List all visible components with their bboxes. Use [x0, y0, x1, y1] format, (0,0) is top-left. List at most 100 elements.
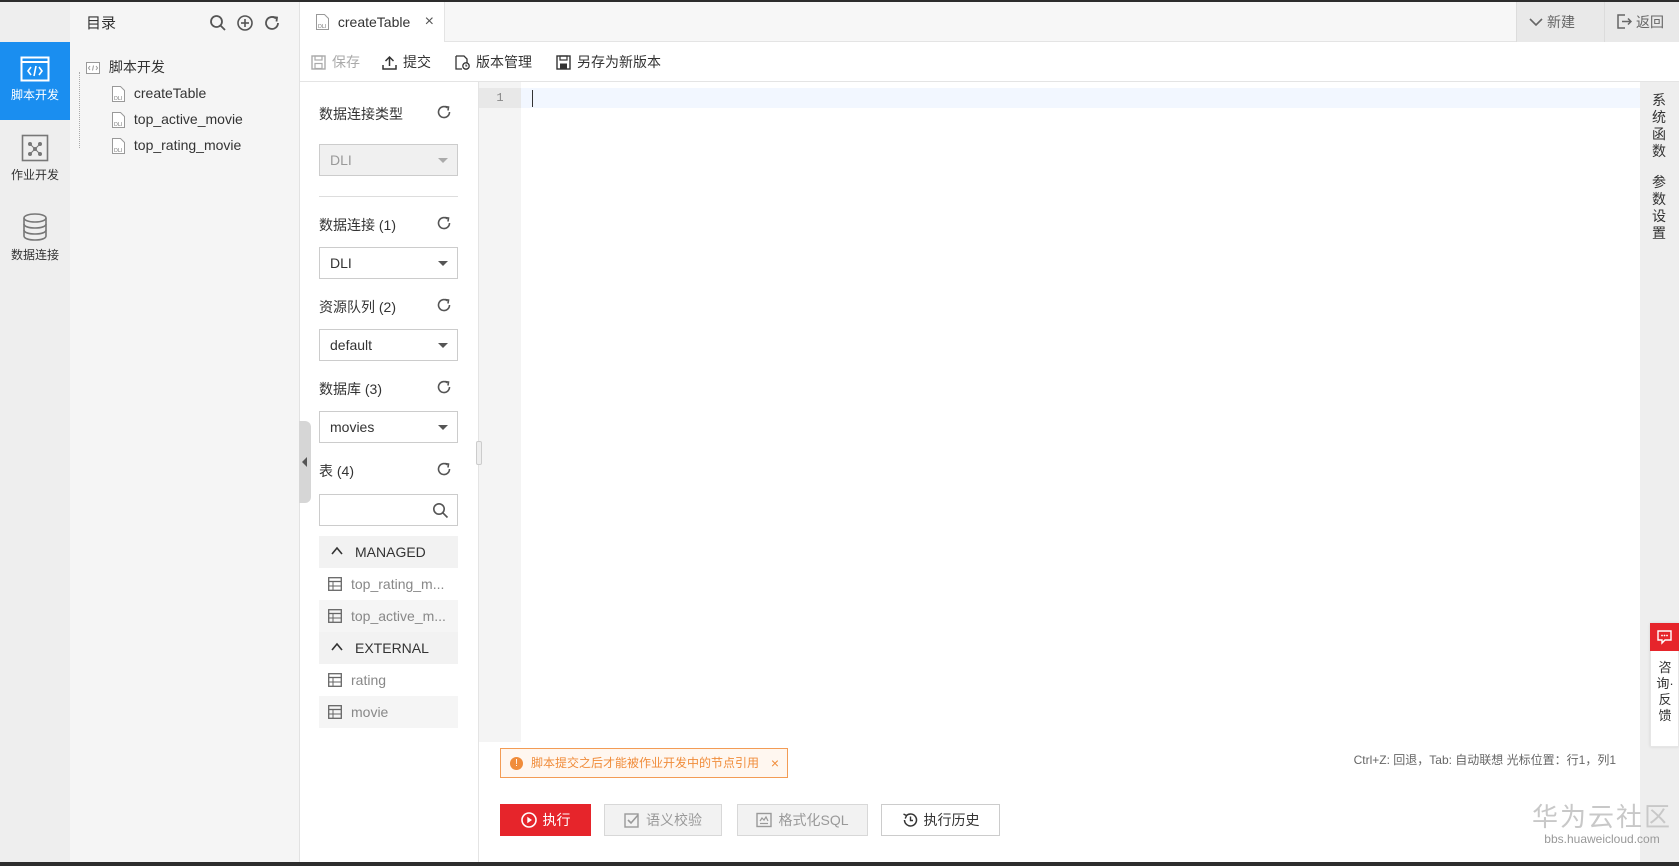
- search-icon[interactable]: [209, 14, 227, 32]
- nav-label-data-connection: 数据连接: [10, 248, 59, 262]
- folder-code-icon: [86, 62, 100, 75]
- tab-createtable[interactable]: DLI createTable ×: [300, 2, 445, 42]
- refresh-icon[interactable]: [436, 461, 452, 477]
- queue-select[interactable]: default: [319, 329, 458, 361]
- system-functions-tab[interactable]: 系统函数: [1650, 92, 1668, 160]
- version-management-label: 版本管理: [476, 54, 532, 70]
- nav-item-job-dev[interactable]: 作业开发: [0, 120, 70, 198]
- table-item[interactable]: movie: [319, 696, 458, 728]
- code-icon: [20, 56, 50, 82]
- parameter-settings-tab[interactable]: 参数设置: [1650, 174, 1668, 242]
- save-as-version-button[interactable]: 另存为新版本: [556, 42, 661, 82]
- tree-guide-line: [79, 72, 80, 148]
- refresh-icon[interactable]: [436, 297, 452, 313]
- tree-file-top-rating-movie[interactable]: DLI top_rating_movie: [86, 132, 243, 158]
- table-icon: [328, 609, 342, 623]
- tree-file-top-active-movie[interactable]: DLI top_active_movie: [86, 106, 243, 132]
- exit-icon: [1617, 14, 1633, 29]
- search-icon[interactable]: [432, 502, 449, 519]
- catalog-title: 目录: [86, 15, 117, 32]
- consult-feedback-label: 咨询·反馈: [1656, 660, 1674, 723]
- dli-file-icon: DLI: [112, 112, 125, 129]
- submit-label: 提交: [403, 54, 431, 70]
- group-managed[interactable]: MANAGED: [319, 536, 458, 568]
- splitter-grip[interactable]: [476, 441, 482, 465]
- save-button[interactable]: 保存: [311, 42, 360, 82]
- tree-file-createtable[interactable]: DLI createTable: [86, 80, 243, 106]
- tree-folder-script-dev[interactable]: 脚本开发: [86, 54, 243, 80]
- workflow-icon: [21, 134, 49, 162]
- run-history-button[interactable]: 执行历史: [881, 804, 1000, 836]
- table-icon: [328, 577, 342, 591]
- tab-label: createTable: [337, 14, 411, 30]
- dli-file-icon: DLI: [112, 86, 125, 103]
- run-button[interactable]: 执行: [500, 804, 591, 836]
- play-icon: [520, 812, 537, 828]
- sql-editor[interactable]: 1: [479, 82, 1640, 742]
- history-icon: [902, 813, 917, 827]
- new-button[interactable]: 新建: [1516, 2, 1604, 42]
- caret-down-icon: [438, 158, 448, 163]
- table-item[interactable]: top_active_m...: [319, 600, 458, 632]
- dli-file-icon: DLI: [316, 14, 329, 30]
- caret-down-icon: [438, 343, 448, 348]
- submit-hint: ! 脚本提交之后才能被作业开发中的节点引用 ×: [500, 748, 789, 778]
- submit-button[interactable]: 提交: [382, 42, 431, 82]
- svg-text:DLI: DLI: [114, 148, 122, 154]
- run-history-label: 执行历史: [923, 812, 980, 828]
- tree-folder-label: 脚本开发: [108, 59, 165, 75]
- nav-item-script-dev[interactable]: 脚本开发: [0, 42, 70, 120]
- caret-down-icon: [438, 425, 448, 430]
- table-search-input[interactable]: [319, 494, 458, 526]
- back-button[interactable]: 返回: [1604, 2, 1679, 42]
- add-icon[interactable]: [236, 14, 254, 32]
- consult-feedback-widget[interactable]: 咨询·反馈: [1650, 623, 1679, 747]
- svg-text:DLI: DLI: [114, 122, 122, 128]
- save-label: 保存: [332, 54, 360, 70]
- dli-file-icon: DLI: [112, 138, 125, 155]
- panel-collapse-handle[interactable]: [299, 421, 311, 503]
- semantic-check-label: 语义校验: [646, 812, 702, 828]
- table-name: movie: [351, 704, 389, 720]
- queue-value: default: [330, 337, 373, 353]
- save-as-icon: [556, 55, 571, 70]
- chevron-up-icon: [331, 642, 343, 651]
- submit-hint-text: 脚本提交之后才能被作业开发中的节点引用: [531, 756, 760, 770]
- table-item[interactable]: top_rating_m...: [319, 568, 458, 600]
- nav-label-job-dev: 作业开发: [10, 168, 59, 182]
- caret-down-icon: [438, 261, 448, 266]
- table-icon: [328, 673, 342, 687]
- text-cursor: [532, 90, 533, 107]
- table-name: rating: [351, 672, 387, 688]
- table-icon: [328, 705, 342, 719]
- nav-item-data-connection[interactable]: 数据连接: [0, 198, 70, 276]
- svg-text:DLI: DLI: [318, 24, 326, 30]
- config-panel: 数据连接类型 DLI 数据连接 (1) DLI 资源队列 (2) default…: [300, 82, 479, 862]
- refresh-icon[interactable]: [436, 379, 452, 395]
- table-item[interactable]: rating: [319, 664, 458, 696]
- database-select[interactable]: movies: [319, 411, 458, 443]
- divider: [319, 196, 458, 197]
- close-icon[interactable]: ×: [771, 749, 779, 777]
- database-label: 数据库 (3): [319, 381, 382, 397]
- left-nav: 脚本开发 作业开发 数据连接: [0, 2, 70, 862]
- run-label: 执行: [542, 812, 571, 828]
- catalog-panel: 目录 脚本开发 DLI createTable DLI top_active_m…: [70, 2, 300, 862]
- table-label: 表 (4): [319, 463, 354, 479]
- close-icon[interactable]: ×: [425, 2, 434, 42]
- connection-value: DLI: [330, 255, 352, 271]
- catalog-tree: 脚本开发 DLI createTable DLI top_active_movi…: [86, 54, 243, 158]
- semantic-check-button[interactable]: 语义校验: [604, 804, 722, 836]
- refresh-icon[interactable]: [436, 104, 452, 120]
- format-sql-label: 格式化SQL: [778, 812, 849, 828]
- connection-select[interactable]: DLI: [319, 247, 458, 279]
- refresh-icon[interactable]: [436, 215, 452, 231]
- group-external[interactable]: EXTERNAL: [319, 632, 458, 664]
- format-sql-button[interactable]: 格式化SQL: [737, 804, 868, 836]
- warning-icon: !: [510, 757, 523, 770]
- refresh-icon[interactable]: [263, 14, 281, 32]
- save-as-version-label: 另存为新版本: [577, 54, 661, 70]
- connection-type-label: 数据连接类型: [319, 106, 403, 122]
- version-management-button[interactable]: 版本管理: [455, 42, 532, 82]
- upload-icon: [382, 55, 397, 70]
